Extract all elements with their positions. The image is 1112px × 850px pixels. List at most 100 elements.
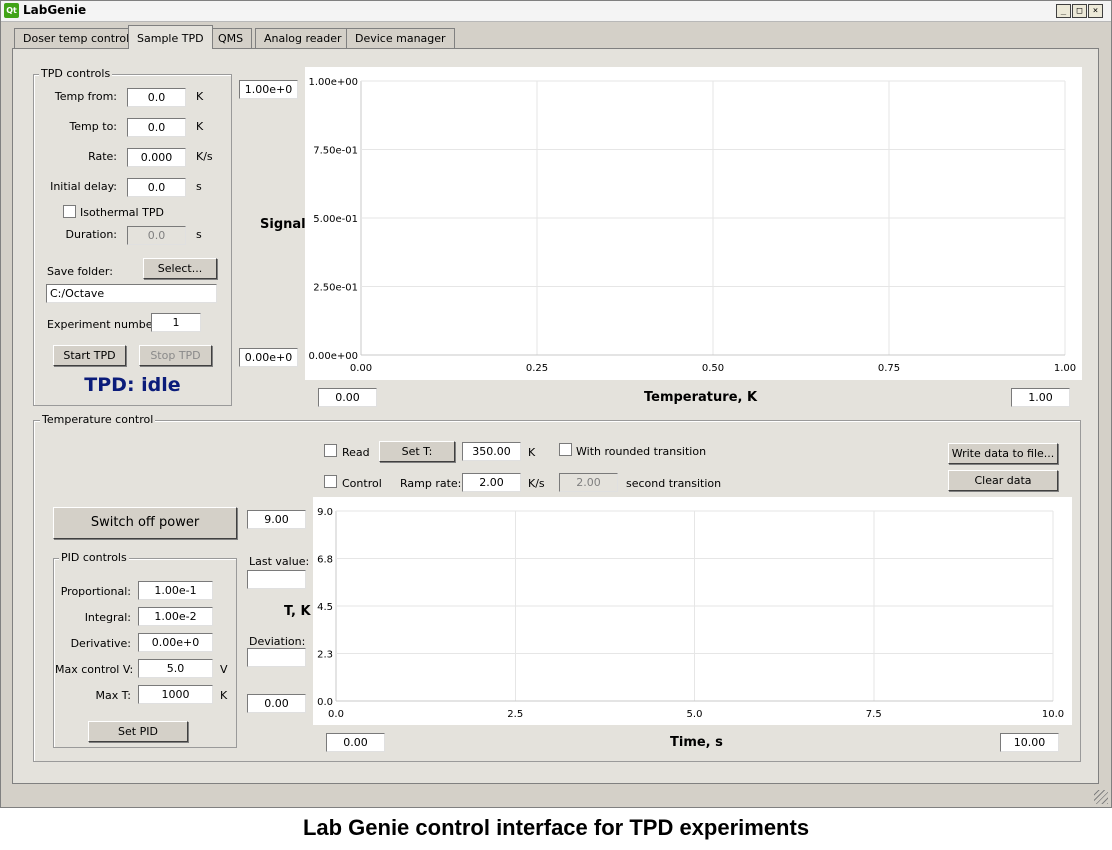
temperature-x-tick-label: 10.0 [1042,709,1064,720]
temp-ymin-field[interactable]: 0.00 [247,694,306,713]
max-t-unit: K [220,689,228,702]
temperature-x-tick-label: 2.5 [507,709,523,720]
signal-x-axis-title: Temperature, K [644,390,758,405]
tab-doser-temp-control[interactable]: Doser temp control [14,28,139,48]
max-t-field[interactable]: 1000 [138,685,213,704]
ramp-rate-unit: K/s [528,477,545,490]
title-bar [1,1,1111,22]
temp-from-unit: K [196,90,204,103]
initial-delay-unit: s [196,180,202,193]
experiment-number-label: Experiment number: [47,318,161,331]
tab-sample-tpd[interactable]: Sample TPD [128,25,213,49]
control-label: Control [342,477,382,490]
temp-to-unit: K [196,120,204,133]
proportional-label: Proportional: [60,585,131,598]
figure-caption: Lab Genie control interface for TPD expe… [302,815,810,840]
initial-delay-label: Initial delay: [50,180,117,193]
control-checkbox[interactable] [324,475,337,488]
rate-field[interactable]: 0.000 [127,148,186,167]
second-transition-field[interactable]: 2.00 [559,473,618,492]
temp-xmax-field[interactable]: 10.00 [1000,733,1059,752]
ramp-rate-field[interactable]: 2.00 [462,473,521,492]
duration-unit: s [196,228,202,241]
set-t-field[interactable]: 350.00 [462,442,521,461]
read-label: Read [342,446,370,459]
write-data-button[interactable]: Write data to file... [948,443,1058,464]
max-t-label: Max T: [95,689,131,702]
signal-xmax-field[interactable]: 1.00 [1011,388,1070,407]
duration-field[interactable]: 0.0 [127,226,186,245]
integral-field[interactable]: 1.00e-2 [138,607,213,626]
rounded-transition-label: With rounded transition [576,445,707,458]
maximize-icon[interactable]: □ [1072,4,1087,18]
start-tpd-button[interactable]: Start TPD [53,345,126,366]
duration-label: Duration: [65,228,117,241]
signal-y-axis-title: Signal [260,217,306,232]
read-checkbox[interactable] [324,444,337,457]
tpd-status: TPD: idle [84,374,181,396]
max-control-v-unit: V [220,663,228,676]
clear-data-button[interactable]: Clear data [948,470,1058,491]
temperature-x-tick-label: 0.0 [328,709,344,720]
signal-y-tick-label: 0.00e+00 [308,351,358,362]
signal-xmin-field[interactable]: 0.00 [318,388,377,407]
second-transition-label: second transition [626,477,722,490]
tab-analog-reader[interactable]: Analog reader [255,28,351,48]
max-control-v-field[interactable]: 5.0 [138,659,213,678]
window-title: LabGenie [23,3,87,17]
derivative-field[interactable]: 0.00e+0 [138,633,213,652]
signal-x-tick-label: 0.50 [702,363,724,374]
temp-xmin-field[interactable]: 0.00 [326,733,385,752]
close-icon[interactable]: × [1088,4,1103,18]
set-t-button[interactable]: Set T: [379,441,455,462]
max-control-v-label: Max control V: [55,663,134,676]
isothermal-checkbox[interactable] [63,205,76,218]
temp-from-label: Temp from: [54,90,117,103]
temperature-y-tick-label: 6.8 [317,555,333,566]
ramp-rate-label: Ramp rate: [400,477,462,490]
last-value-label: Last value: [249,555,310,568]
signal-ymax-field[interactable]: 1.00e+0 [239,80,298,99]
temperature-y-tick-label: 9.0 [317,507,333,518]
save-folder-label: Save folder: [47,265,113,278]
stop-tpd-button[interactable]: Stop TPD [139,345,212,366]
experiment-number-field[interactable]: 1 [151,313,201,332]
temp-to-field[interactable]: 0.0 [127,118,186,137]
minimize-icon[interactable]: _ [1056,4,1071,18]
isothermal-label: Isothermal TPD [80,206,164,219]
temperature-y-tick-label: 4.5 [317,602,333,613]
temp-x-axis-title: Time, s [670,735,723,750]
save-folder-field[interactable]: C:/Octave [46,284,217,303]
temperature-control-title: Temperature control [40,413,156,426]
qt-logo-icon: Qt [4,3,19,18]
set-t-unit: K [528,446,536,459]
select-folder-button[interactable]: Select... [143,258,217,279]
signal-x-tick-label: 0.00 [350,363,372,374]
pid-controls-title: PID controls [59,551,129,564]
temperature-y-tick-label: 0.0 [317,697,333,708]
tab-device-manager[interactable]: Device manager [346,28,455,48]
deviation-field[interactable] [247,648,306,667]
temperature-x-tick-label: 5.0 [687,709,703,720]
signal-y-tick-label: 7.50e-01 [313,146,358,157]
set-pid-button[interactable]: Set PID [88,721,188,742]
deviation-label: Deviation: [249,635,306,648]
signal-x-tick-label: 0.25 [526,363,548,374]
signal-x-tick-label: 1.00 [1054,363,1076,374]
signal-ymin-field[interactable]: 0.00e+0 [239,348,298,367]
proportional-field[interactable]: 1.00e-1 [138,581,213,600]
temperature-x-tick-label: 7.5 [866,709,882,720]
temperature-chart: 0.0 2.5 5.0 7.5 10.0 0.0 2.3 4.5 6.8 9.0 [317,507,1064,720]
temp-ymax-field[interactable]: 9.00 [247,510,306,529]
derivative-label: Derivative: [70,637,131,650]
tab-qms[interactable]: QMS [209,28,253,48]
signal-x-tick-label: 0.75 [878,363,900,374]
switch-off-power-button[interactable]: Switch off power [53,507,237,539]
last-value-field[interactable] [247,570,306,589]
rate-unit: K/s [196,150,213,163]
rounded-transition-checkbox[interactable] [559,443,572,456]
temp-from-field[interactable]: 0.0 [127,88,186,107]
resize-grip-icon[interactable] [1094,790,1108,804]
signal-y-tick-label: 2.50e-01 [313,283,358,294]
initial-delay-field[interactable]: 0.0 [127,178,186,197]
